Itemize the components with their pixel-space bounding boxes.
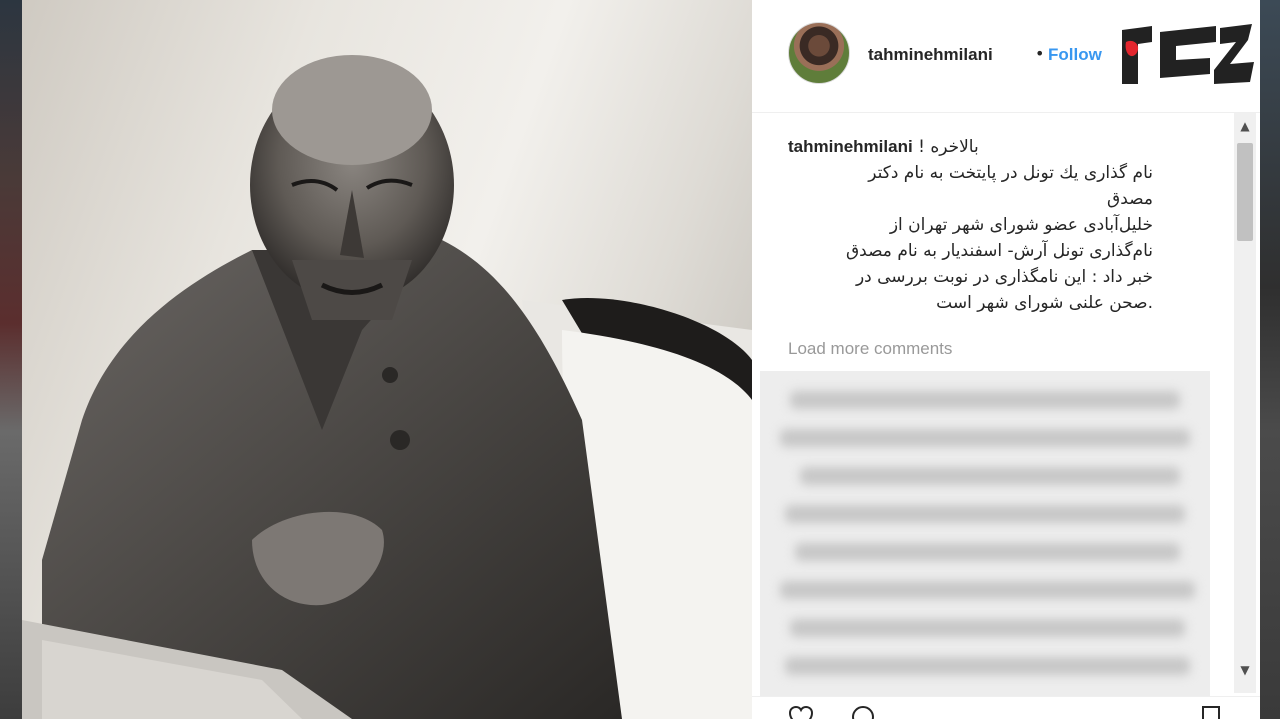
scroll-down-arrow-icon[interactable]: ▼ <box>1234 663 1256 677</box>
avatar[interactable] <box>788 22 850 84</box>
follow-button[interactable]: Follow <box>1048 45 1112 65</box>
caption-first-line: tahminehmilani ! بالاخره <box>788 134 1153 160</box>
post-header: tahminehmilani • Follow <box>752 0 1260 113</box>
caption-username[interactable]: tahminehmilani <box>788 137 913 156</box>
site-logo <box>1122 24 1254 84</box>
comment-icon[interactable] <box>850 705 876 719</box>
scroll-up-arrow-icon[interactable]: ▲ <box>1234 119 1256 133</box>
separator-dot: • <box>1035 44 1045 63</box>
load-more-comments-link[interactable]: Load more comments <box>788 339 952 359</box>
portrait-image <box>22 55 752 719</box>
caption-text-1: نام گذاری یك تونل در پایتخت به نام دکتر <box>868 163 1153 183</box>
caption-text-6: .صحن علنی شورای شهر است <box>936 293 1153 313</box>
backdrop-left <box>0 0 22 719</box>
caption-text-5: خبر داد : این نامگذاری در نوبت بررسی در <box>855 267 1153 287</box>
post-actions-bar <box>752 696 1260 719</box>
backdrop-right <box>1260 0 1280 719</box>
caption-text-0: ! بالاخره <box>918 137 979 157</box>
caption-text-4: نام‌گذاری تونل آرش- اسفندیار به نام مصدق <box>845 241 1153 261</box>
blurred-comments <box>760 371 1210 696</box>
post-photo <box>22 0 752 719</box>
post-caption: tahminehmilani ! بالاخره نام گذاری یك تو… <box>788 134 1188 316</box>
caption-text-3: خلیل‌آبادی عضو شورای شهر تهران از <box>889 215 1153 235</box>
post-side-panel: tahminehmilani • Follow tahminehmilani !… <box>752 0 1260 719</box>
bookmark-icon[interactable] <box>1198 705 1224 719</box>
comments-list: tahminehmilani ! بالاخره نام گذاری یك تو… <box>752 113 1232 705</box>
heart-icon[interactable] <box>788 705 814 719</box>
post-username[interactable]: tahminehmilani <box>868 45 993 65</box>
caption-text-2: مصدق <box>1107 189 1153 209</box>
scroll-thumb[interactable] <box>1237 143 1253 241</box>
comments-scrollbar[interactable]: ▲ ▼ <box>1234 113 1256 693</box>
